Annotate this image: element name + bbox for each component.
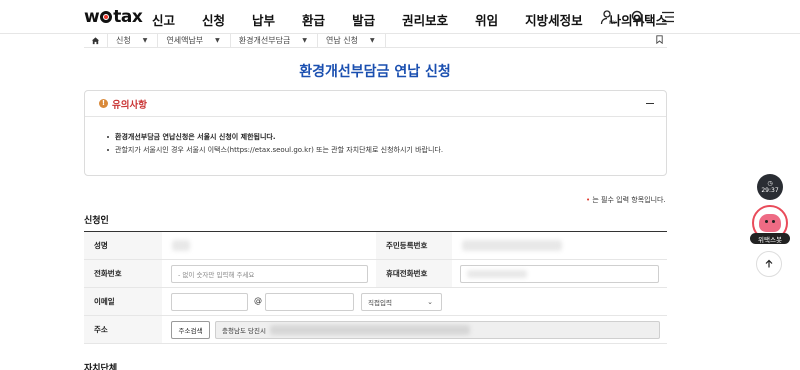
top-navigation: w tax 신고 신청 납부 환급 발급 권리보호 위임 지방세정보 나의위택스 … — [0, 0, 800, 34]
warning-icon: ! — [99, 99, 108, 108]
phone-input[interactable]: - 없이 숫자만 입력해 주세요 — [171, 265, 368, 283]
name-label: 성명 — [84, 232, 162, 259]
breadcrumb-item[interactable]: 신청 ▼ — [108, 33, 159, 48]
address-search-button[interactable]: 주소검색 — [171, 321, 210, 339]
svg-text:MY: MY — [609, 20, 616, 25]
form-row-name: 성명 주민등록번호 — [84, 232, 667, 260]
notice-panel: ! 유의사항 환경개선부담금 연납신청은 서울시 신청이 제한됩니다. 관할지가… — [84, 90, 667, 176]
breadcrumb-item[interactable]: 연세액납부 ▼ — [158, 33, 231, 48]
form-row-phone: 전화번호 - 없이 숫자만 입력해 주세요 휴대전화번호 — [84, 260, 667, 288]
chevron-down-icon: ⌄ — [427, 298, 433, 306]
user-icon[interactable]: MY — [600, 9, 616, 26]
wetax-logo[interactable]: w tax — [84, 7, 143, 27]
notice-title: 유의사항 — [112, 99, 147, 111]
mobile-input[interactable] — [460, 265, 659, 283]
menu-item-refund[interactable]: 환급 — [302, 10, 325, 29]
session-time: 29:37 — [761, 186, 779, 194]
chatbot-mascot-icon — [759, 214, 781, 232]
form-row-address: 주소 주소검색 충청남도 당진시 — [84, 316, 667, 344]
menu-item-issue[interactable]: 발급 — [352, 10, 375, 29]
notice-list: 환경개선부담금 연납신청은 서울시 신청이 제한됩니다. 관할지가 서울시인 경… — [85, 117, 666, 157]
address-input[interactable]: 충청남도 당진시 — [215, 321, 660, 339]
mobile-label: 휴대전화번호 — [376, 260, 452, 287]
menu-item-pay[interactable]: 납부 — [252, 10, 275, 29]
address-label: 주소 — [84, 316, 162, 343]
rrn-value-masked — [462, 240, 562, 251]
address-detail-masked — [269, 325, 470, 335]
section-title-applicant: 신청인 — [84, 216, 109, 226]
notice-item: 환경개선부담금 연납신청은 서울시 신청이 제한됩니다. — [107, 131, 666, 144]
required-note: • 는 필수 입력 항목입니다. — [586, 196, 666, 204]
email-at-sign: @ — [254, 296, 262, 305]
caret-down-icon: ▼ — [215, 37, 220, 44]
caret-down-icon: ▼ — [142, 37, 148, 44]
menu-icon[interactable] — [660, 9, 676, 25]
menu-item-delegate[interactable]: 위임 — [475, 10, 498, 29]
bookmark-icon[interactable] — [656, 35, 663, 46]
rrn-label: 주민등록번호 — [376, 232, 452, 259]
name-value-masked — [172, 240, 190, 251]
email-id-input[interactable] — [171, 293, 248, 311]
menu-item-local-tax-info[interactable]: 지방세정보 — [525, 10, 583, 29]
home-icon[interactable] — [84, 33, 108, 48]
notice-item: 관할지가 서울시인 경우 서울시 이택스(https://etax.seoul.… — [107, 144, 666, 157]
email-domain-input[interactable] — [265, 293, 354, 311]
section-title-local-gov: 자치단체 — [84, 364, 118, 370]
breadcrumb-item[interactable]: 환경개선부담금 ▼ — [231, 33, 318, 48]
page-title: 환경개선부담금 연납 신청 — [299, 64, 451, 80]
caret-down-icon: ▼ — [302, 37, 307, 44]
arrow-up-icon — [765, 259, 773, 268]
applicant-form: 성명 주민등록번호 전화번호 - 없이 숫자만 입력해 주세요 휴대전화번호 이… — [84, 231, 667, 344]
menu-item-apply[interactable]: 신청 — [202, 10, 225, 29]
email-label: 이메일 — [84, 288, 162, 315]
chatbot-label[interactable]: 위택스봇 — [750, 233, 790, 244]
breadcrumb: 신청 ▼ 연세액납부 ▼ 환경개선부담금 ▼ 연납 신청 ▼ — [84, 33, 667, 48]
scroll-to-top-button[interactable] — [756, 251, 782, 277]
breadcrumb-item[interactable]: 연납 신청 ▼ — [318, 33, 386, 48]
search-icon[interactable] — [630, 9, 646, 25]
menu-item-rights[interactable]: 권리보호 — [402, 10, 448, 29]
caret-down-icon: ▼ — [369, 37, 375, 44]
required-dot-icon: • — [586, 196, 591, 204]
phone-label: 전화번호 — [84, 260, 162, 287]
form-row-email: 이메일 @ 직접입력 ⌄ — [84, 288, 667, 316]
email-domain-select[interactable]: 직접입력 ⌄ — [361, 293, 442, 311]
menu-item-report[interactable]: 신고 — [152, 10, 175, 29]
session-timer[interactable]: ◷ 29:37 — [757, 174, 783, 200]
collapse-icon[interactable] — [646, 103, 654, 104]
notice-header[interactable]: ! 유의사항 — [85, 91, 666, 117]
mobile-value-masked — [467, 270, 527, 278]
clock-icon: ◷ — [767, 179, 773, 187]
